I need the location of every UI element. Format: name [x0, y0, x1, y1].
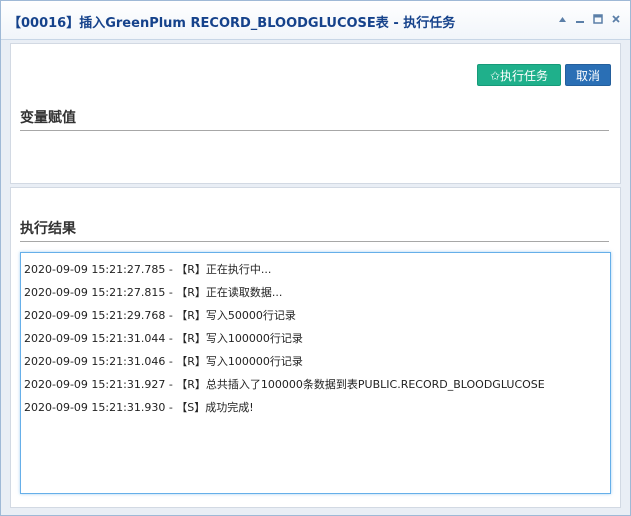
log-line: 2020-09-09 15:21:31.927 - 【R】总共插入了100000…: [24, 378, 545, 391]
log-line: 2020-09-09 15:21:31.044 - 【R】写入100000行记录: [24, 332, 303, 345]
maximize-icon[interactable]: [592, 13, 604, 25]
results-panel: 执行结果 2020-09-09 15:21:27.785 - 【R】正在执行中.…: [10, 187, 621, 508]
close-icon[interactable]: [610, 13, 622, 25]
log-line: 2020-09-09 15:21:31.046 - 【R】写入100000行记录: [24, 355, 303, 368]
variables-section-divider: [20, 130, 609, 131]
task-dialog: 【00016】插入GreenPlum RECORD_BLOODGLUCOSE表 …: [0, 0, 631, 516]
triangle-up-icon[interactable]: [556, 13, 568, 25]
variables-section-title: 变量赋值: [20, 110, 76, 126]
cancel-button[interactable]: 取消: [565, 64, 611, 86]
dialog-title: 【00016】插入GreenPlum RECORD_BLOODGLUCOSE表 …: [8, 16, 456, 31]
log-line: 2020-09-09 15:21:31.930 - 【S】成功完成!: [24, 401, 254, 414]
log-line: 2020-09-09 15:21:29.768 - 【R】写入50000行记录: [24, 309, 296, 322]
log-line: 2020-09-09 15:21:27.785 - 【R】正在执行中...: [24, 263, 272, 276]
run-task-button[interactable]: ✩执行任务: [477, 64, 561, 86]
dialog-titlebar[interactable]: 【00016】插入GreenPlum RECORD_BLOODGLUCOSE表 …: [1, 1, 630, 40]
results-section-divider: [20, 241, 609, 242]
variables-panel: ✩执行任务 取消 变量赋值: [10, 43, 621, 184]
minimize-icon[interactable]: [574, 13, 586, 25]
result-log-textarea[interactable]: 2020-09-09 15:21:27.785 - 【R】正在执行中... 20…: [20, 252, 611, 494]
window-tools: [556, 13, 622, 25]
log-line: 2020-09-09 15:21:27.815 - 【R】正在读取数据...: [24, 286, 283, 299]
results-section-title: 执行结果: [20, 221, 76, 237]
